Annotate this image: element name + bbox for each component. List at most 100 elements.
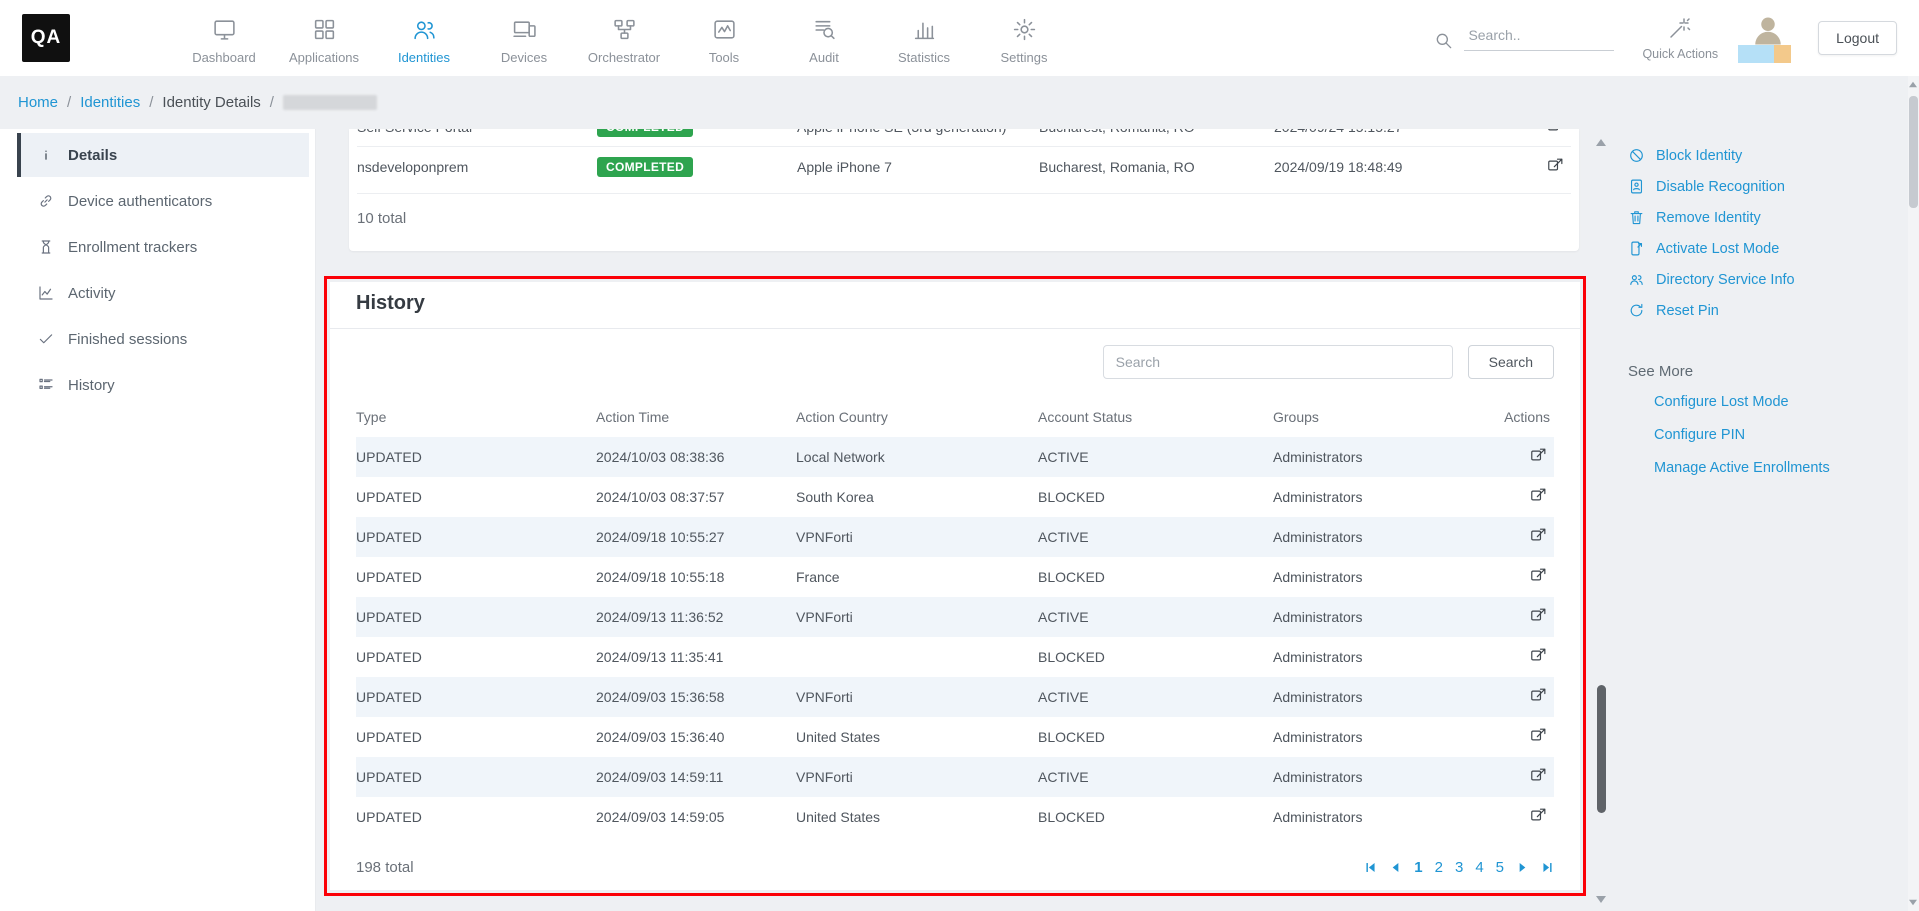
history-type: UPDATED bbox=[356, 609, 596, 625]
block-identity-link[interactable]: Block Identity bbox=[1628, 147, 1902, 164]
history-country: VPNForti bbox=[796, 689, 1038, 705]
logout-button[interactable]: Logout bbox=[1818, 21, 1897, 55]
content-scrollbar-thumb[interactable] bbox=[1597, 685, 1606, 813]
table-row: UPDATED 2024/09/13 11:35:41 BLOCKED Admi… bbox=[356, 637, 1554, 677]
nav-item-statistics[interactable]: Statistics bbox=[874, 11, 974, 65]
row-action-button[interactable] bbox=[1525, 644, 1552, 670]
history-country: South Korea bbox=[796, 489, 1038, 505]
row-action-button[interactable] bbox=[1525, 524, 1552, 550]
nav-item-settings[interactable]: Settings bbox=[974, 11, 1074, 65]
nav-item-devices[interactable]: Devices bbox=[474, 11, 574, 65]
breadcrumb-separator: / bbox=[149, 94, 153, 111]
sidebar-item-label: Finished sessions bbox=[68, 331, 187, 348]
history-type: UPDATED bbox=[356, 729, 596, 745]
page-scrollbar-thumb[interactable] bbox=[1909, 96, 1918, 208]
sidebar-item-finished-sessions[interactable]: Finished sessions bbox=[17, 317, 309, 361]
orchestrator-icon bbox=[612, 17, 637, 42]
directory-service-info-link[interactable]: Directory Service Info bbox=[1628, 271, 1902, 288]
nav-item-dashboard[interactable]: Dashboard bbox=[174, 11, 274, 65]
action-link-label: Reset Pin bbox=[1656, 303, 1719, 319]
history-groups: Administrators bbox=[1273, 689, 1494, 705]
activate-lost-mode-link[interactable]: Activate Lost Mode bbox=[1628, 240, 1902, 257]
main-nav: Dashboard Applications Identities Device… bbox=[174, 11, 1074, 65]
column-header-action-time: Action Time bbox=[596, 409, 796, 425]
quick-actions-label: Quick Actions bbox=[1642, 47, 1718, 61]
breadcrumb-identities-link[interactable]: Identities bbox=[80, 94, 140, 111]
nav-item-applications[interactable]: Applications bbox=[274, 11, 374, 65]
reset-pin-link[interactable]: Reset Pin bbox=[1628, 302, 1902, 319]
session-location: Bucharest, Romania, RO bbox=[1039, 159, 1274, 175]
row-action-button[interactable] bbox=[1525, 444, 1552, 470]
row-action-button[interactable] bbox=[1525, 484, 1552, 510]
remove-identity-link[interactable]: Remove Identity bbox=[1628, 209, 1902, 226]
pagination-page[interactable]: 2 bbox=[1435, 859, 1443, 876]
row-action-button[interactable] bbox=[1525, 764, 1552, 790]
row-action-button[interactable] bbox=[1525, 804, 1552, 830]
nav-label: Settings bbox=[1001, 50, 1048, 65]
disable-recognition-link[interactable]: Disable Recognition bbox=[1628, 178, 1902, 195]
pagination-page[interactable]: 5 bbox=[1496, 859, 1504, 876]
history-type: UPDATED bbox=[356, 809, 596, 825]
history-time: 2024/09/03 14:59:05 bbox=[596, 809, 796, 825]
tools-icon bbox=[712, 17, 737, 42]
people-icon bbox=[1628, 271, 1645, 288]
row-action-button[interactable] bbox=[1525, 604, 1552, 630]
history-time: 2024/09/13 11:36:52 bbox=[596, 609, 796, 625]
action-link-label: Remove Identity bbox=[1656, 210, 1761, 226]
scroll-down-arrow[interactable] bbox=[1909, 900, 1917, 906]
row-action-button[interactable] bbox=[1542, 129, 1569, 140]
nav-label: Audit bbox=[809, 50, 839, 65]
pagination-page[interactable]: 1 bbox=[1414, 859, 1422, 876]
row-action-button[interactable] bbox=[1525, 684, 1552, 710]
row-action-button[interactable] bbox=[1525, 724, 1552, 750]
checkmark-icon bbox=[37, 330, 55, 348]
pagination-page[interactable]: 3 bbox=[1455, 859, 1463, 876]
first-page-button[interactable] bbox=[1364, 861, 1377, 874]
manage-active-enrollments-link[interactable]: Manage Active Enrollments bbox=[1654, 460, 1902, 476]
top-search-input[interactable] bbox=[1464, 25, 1614, 51]
history-status: ACTIVE bbox=[1038, 449, 1273, 465]
scroll-up-arrow[interactable] bbox=[1596, 139, 1606, 146]
session-name: Self Service Portal bbox=[357, 129, 597, 135]
previous-page-button[interactable] bbox=[1389, 861, 1402, 874]
history-search-input[interactable] bbox=[1103, 345, 1453, 379]
page-scrollbar bbox=[1908, 76, 1919, 911]
nav-label: Applications bbox=[289, 50, 359, 65]
history-total-count: 198 total bbox=[356, 859, 414, 876]
app-logo[interactable]: QA bbox=[22, 14, 70, 62]
sidebar-item-device-authenticators[interactable]: Device authenticators bbox=[17, 179, 309, 223]
nav-item-identities[interactable]: Identities bbox=[374, 11, 474, 65]
user-avatar[interactable] bbox=[1746, 9, 1790, 67]
sidebar-item-details[interactable]: Details bbox=[17, 133, 309, 177]
history-groups: Administrators bbox=[1273, 529, 1494, 545]
nav-item-tools[interactable]: Tools bbox=[674, 11, 774, 65]
top-search bbox=[1434, 25, 1614, 51]
nav-item-audit[interactable]: Audit bbox=[774, 11, 874, 65]
configure-lost-mode-link[interactable]: Configure Lost Mode bbox=[1654, 394, 1902, 410]
sidebar-item-activity[interactable]: Activity bbox=[17, 271, 309, 315]
sidebar-item-history[interactable]: History bbox=[17, 363, 309, 407]
sessions-card: Self Service Portal COMPLETED Apple iPho… bbox=[349, 129, 1579, 251]
row-action-button[interactable] bbox=[1542, 154, 1569, 180]
breadcrumb-home-link[interactable]: Home bbox=[18, 94, 58, 111]
scroll-up-arrow[interactable] bbox=[1909, 82, 1917, 88]
session-device: Apple iPhone SE (3rd generation) bbox=[797, 129, 1039, 135]
history-status: BLOCKED bbox=[1038, 729, 1273, 745]
history-search-row: Search bbox=[356, 345, 1554, 379]
last-page-button[interactable] bbox=[1541, 861, 1554, 874]
nav-item-orchestrator[interactable]: Orchestrator bbox=[574, 11, 674, 65]
breadcrumb-current: Identity Details bbox=[162, 94, 260, 111]
next-page-button[interactable] bbox=[1516, 861, 1529, 874]
breadcrumb: Home / Identities / Identity Details / bbox=[0, 76, 1919, 129]
history-type: UPDATED bbox=[356, 529, 596, 545]
session-time: 2024/09/19 18:48:49 bbox=[1274, 159, 1511, 175]
pagination-page[interactable]: 4 bbox=[1475, 859, 1483, 876]
quick-actions-button[interactable]: Quick Actions bbox=[1642, 16, 1718, 61]
sidebar-item-enrollment-trackers[interactable]: Enrollment trackers bbox=[17, 225, 309, 269]
audit-icon bbox=[812, 17, 837, 42]
history-search-button[interactable]: Search bbox=[1468, 345, 1554, 379]
configure-pin-link[interactable]: Configure PIN bbox=[1654, 427, 1902, 443]
row-action-button[interactable] bbox=[1525, 564, 1552, 590]
table-row: UPDATED 2024/09/03 15:36:58 VPNForti ACT… bbox=[356, 677, 1554, 717]
scroll-down-arrow[interactable] bbox=[1596, 896, 1606, 903]
